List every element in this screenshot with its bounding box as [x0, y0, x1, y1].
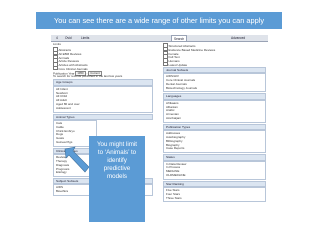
- callout-line: identify: [107, 157, 127, 164]
- tab-advanced[interactable]: Advanced: [231, 35, 245, 41]
- callout-line: to ‘Animals’ to: [97, 149, 137, 156]
- checkbox[interactable]: [163, 61, 168, 67]
- callout-box: You might limit to ‘Animals’ to identify…: [89, 136, 145, 222]
- status-list[interactable]: In Data Review In Process MEDLINE OLDMED…: [163, 160, 266, 180]
- check-row[interactable]: Latest Update: [163, 61, 266, 68]
- tab-number[interactable]: 4: [56, 35, 58, 41]
- list-item[interactable]: Three Stars: [166, 196, 263, 201]
- age-groups-list[interactable]: All Infant Newborn All Child All Adult A…: [53, 85, 153, 113]
- right-column: Structured Abstracts Evidence Based Medi…: [163, 43, 266, 203]
- tab-limits[interactable]: Limits: [81, 35, 89, 41]
- list-item[interactable]: OLDMEDLINE: [166, 173, 263, 178]
- list-item[interactable]: Biotechnology Journals: [166, 86, 263, 91]
- callout-line: predictive: [103, 165, 131, 172]
- journal-subsets-list[interactable]: AIDS/HIV Core Clinical Journals Dental J…: [163, 73, 266, 93]
- top-banner: You can see there are a wide range of ot…: [36, 12, 282, 29]
- tab-search[interactable]: Search: [171, 35, 188, 41]
- publication-types-list[interactable]: Addresses Autobiography Bibliography Bio…: [163, 130, 266, 154]
- tab-bar: 4 Ovid Limits Search Advanced: [51, 35, 268, 42]
- limits-page: 4 Ovid Limits Search Advanced Limits Abs…: [51, 35, 268, 240]
- tab-ovid[interactable]: Ovid: [65, 35, 72, 41]
- star-ranking-list[interactable]: Five Stars Four Stars Three Stars: [163, 187, 266, 203]
- check-label: Latest Update: [168, 63, 188, 68]
- check-row[interactable]: Core Clinical Journals: [53, 65, 153, 71]
- callout-line: You might limit: [96, 141, 137, 148]
- checkbox[interactable]: [53, 65, 58, 71]
- list-item[interactable]: Case Reports: [166, 147, 263, 151]
- banner-text: You can see there are a wide range of ot…: [53, 16, 265, 25]
- languages-list[interactable]: Afrikaans Albanian Arabic Armenian Azerb…: [163, 99, 266, 123]
- list-item[interactable]: Adolescent: [56, 106, 150, 111]
- pointer-arrow-icon: [64, 146, 90, 173]
- list-item[interactable]: Azerbaijani: [166, 116, 263, 121]
- callout-line: models: [107, 173, 127, 180]
- intro-text: To search for records published in the l…: [53, 73, 123, 78]
